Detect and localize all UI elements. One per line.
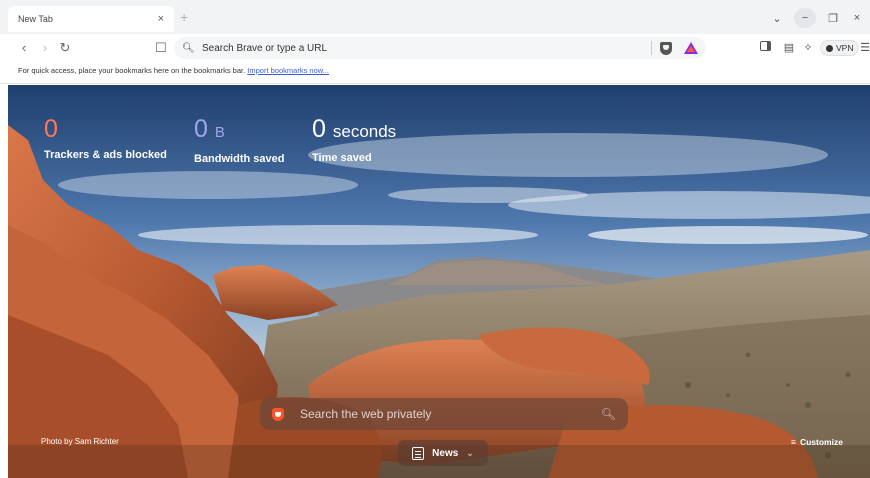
time-label: Time saved: [312, 152, 372, 164]
photo-credit[interactable]: Photo by Sam Richter: [41, 437, 119, 446]
new-tab-button[interactable]: +: [180, 9, 188, 25]
bookmark-icon[interactable]: ☐: [152, 39, 170, 57]
tab-strip: New Tab × + ⌄ − ❐ ×: [0, 0, 870, 34]
news-label: News: [432, 447, 459, 459]
forward-button[interactable]: ›: [36, 39, 54, 57]
wallet-icon[interactable]: ▤: [782, 41, 796, 55]
vpn-label: VPN: [836, 43, 854, 53]
sidebar-icon[interactable]: [760, 41, 774, 55]
divider: [651, 41, 652, 55]
url-placeholder: Search Brave or type a URL: [202, 42, 328, 54]
search-placeholder: Search the web privately: [300, 407, 432, 421]
trackers-label: Trackers & ads blocked: [44, 149, 167, 161]
time-count: 0: [312, 115, 326, 143]
stat-bandwidth: 0 B Bandwidth saved: [194, 113, 284, 165]
brave-shields-icon[interactable]: [660, 41, 672, 55]
time-unit: seconds: [332, 122, 397, 141]
bookmarks-hint: For quick access, place your bookmarks h…: [18, 66, 246, 75]
customize-icon: ≡: [791, 437, 796, 447]
web-search-box[interactable]: Search the web privately 🔍︎: [260, 398, 628, 430]
brave-logo-icon: [272, 407, 284, 421]
minimize-button[interactable]: −: [794, 8, 816, 28]
bookmarks-bar: For quick access, place your bookmarks h…: [0, 62, 870, 84]
trackers-count: 0: [44, 115, 58, 143]
bandwidth-unit: B: [214, 124, 225, 141]
customize-label: Customize: [799, 437, 843, 447]
customize-button[interactable]: ≡ Customize: [791, 437, 843, 447]
restore-button[interactable]: ❐: [822, 8, 844, 28]
toolbar: ‹ › ↻ ☐ 🔍︎ Search Brave or type a URL ▤ …: [0, 34, 870, 62]
menu-icon[interactable]: ☰: [858, 41, 870, 55]
back-button[interactable]: ‹: [15, 39, 33, 57]
vpn-status-icon: [826, 44, 833, 52]
stat-time: 0 seconds Time saved: [312, 113, 396, 164]
bandwidth-label: Bandwidth saved: [194, 153, 285, 165]
stat-trackers: 0 Trackers & ads blocked: [44, 113, 167, 161]
search-icon: 🔍︎: [182, 42, 195, 54]
tab-search-icon[interactable]: ⌄: [766, 8, 788, 28]
new-tab-background: 0 Trackers & ads blocked 0 B Bandwidth s…: [8, 85, 870, 478]
news-icon: [412, 446, 425, 460]
brave-rewards-icon[interactable]: [684, 42, 698, 54]
bandwidth-count: 0: [194, 115, 208, 143]
extensions-icon[interactable]: ✧: [801, 41, 815, 55]
tab-title: New Tab: [18, 14, 53, 24]
tab-close-icon[interactable]: ×: [158, 13, 164, 25]
search-icon[interactable]: 🔍︎: [601, 407, 616, 421]
tab-new-tab[interactable]: New Tab ×: [8, 6, 174, 32]
reload-button[interactable]: ↻: [56, 39, 74, 57]
address-bar[interactable]: 🔍︎ Search Brave or type a URL: [174, 37, 706, 59]
news-button[interactable]: News ⌄: [398, 440, 488, 466]
close-window-button[interactable]: ×: [846, 8, 868, 28]
chevron-down-icon: ⌄: [466, 447, 474, 458]
import-bookmarks-link[interactable]: Import bookmarks now...: [247, 66, 329, 75]
vpn-button[interactable]: VPN: [820, 40, 860, 56]
